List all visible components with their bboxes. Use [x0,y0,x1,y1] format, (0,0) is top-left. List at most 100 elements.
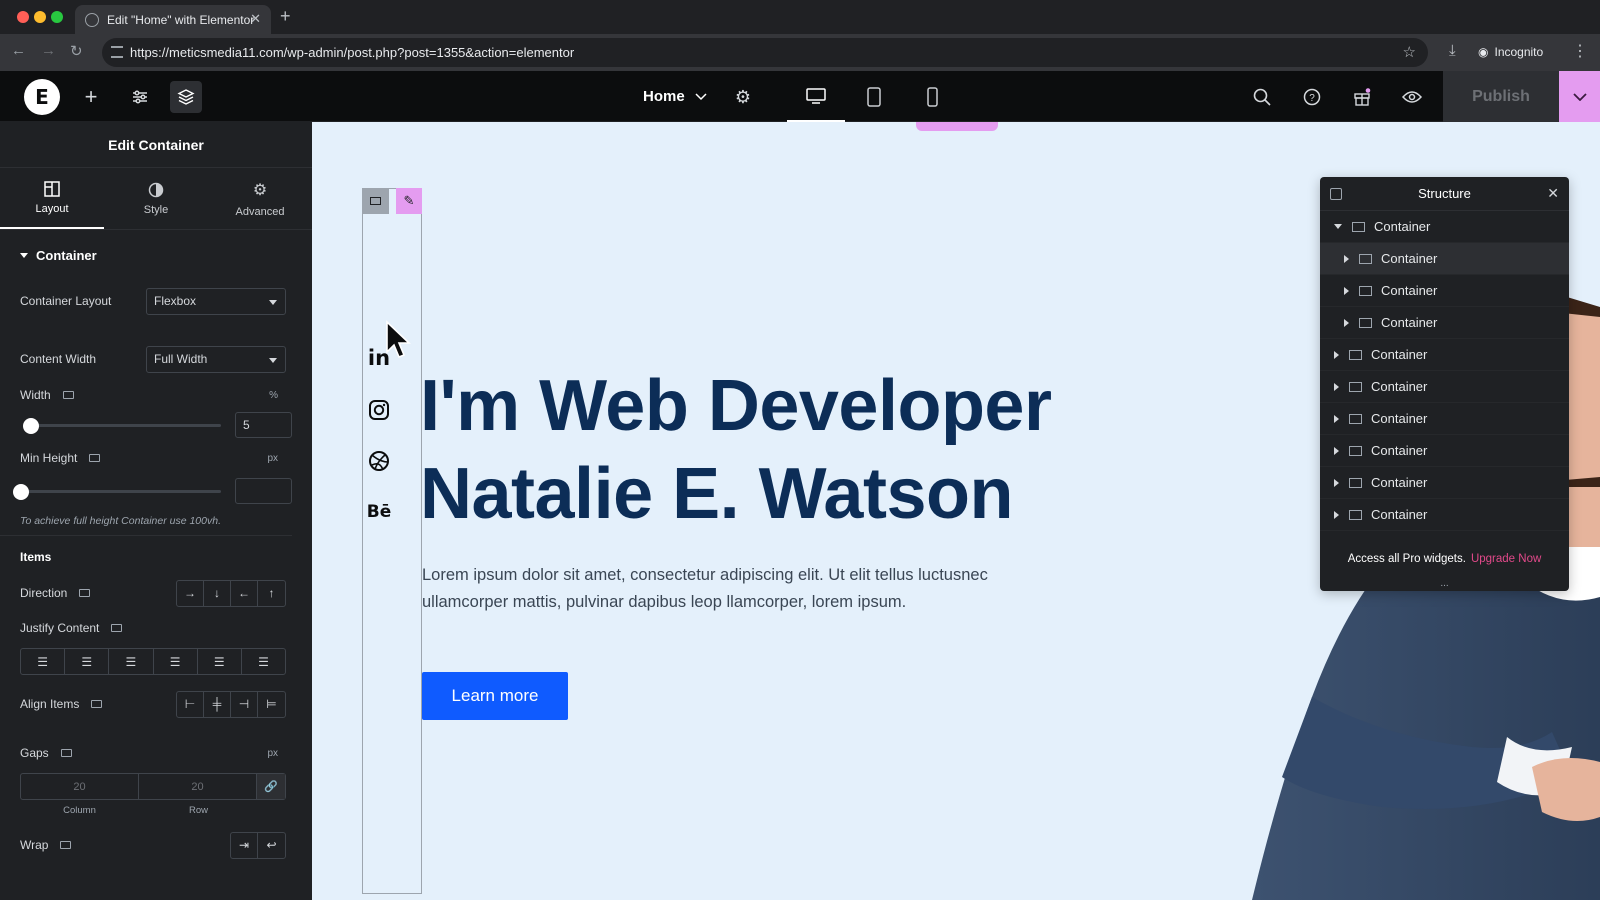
tab-style[interactable]: Style [104,168,208,229]
gaps-unit-select[interactable]: px [267,748,278,759]
back-icon[interactable]: ← [11,42,26,59]
structure-item[interactable]: Container [1320,403,1569,435]
structure-item[interactable]: Container [1320,307,1569,339]
forward-icon[interactable]: → [41,42,56,59]
bookmark-star-icon[interactable]: ☆ [1403,43,1416,61]
structure-item[interactable]: Container [1320,339,1569,371]
caret-right-icon[interactable] [1334,382,1339,391]
container-section-toggle[interactable]: Container [0,230,312,280]
caret-right-icon[interactable] [1344,318,1349,327]
selected-container-outline[interactable] [362,188,422,894]
width-slider-track[interactable] [25,424,221,427]
justify-center-icon[interactable]: ☰ [65,649,110,674]
responsive-monitor-icon[interactable] [89,454,101,462]
caret-right-icon[interactable] [1334,350,1339,359]
justify-space-evenly-icon[interactable]: ☰ [242,649,285,674]
min-height-slider-knob[interactable] [13,484,29,500]
reload-icon[interactable]: ↻ [70,42,83,60]
responsive-monitor-icon[interactable] [62,391,74,399]
caret-right-icon[interactable] [1334,414,1339,423]
responsive-monitor-icon[interactable] [111,624,123,632]
caret-right-icon[interactable] [1334,478,1339,487]
tab-advanced[interactable]: ⚙ Advanced [208,168,312,229]
site-info-icon[interactable] [111,46,123,58]
structure-item[interactable]: Container [1320,467,1569,499]
gap-row-input[interactable]: 20 [139,774,257,799]
page-settings-gear-icon[interactable]: ⚙ [727,81,759,113]
align-end-icon[interactable]: ⊣ [231,691,258,717]
close-window-dot[interactable] [17,11,29,23]
caret-right-icon[interactable] [1334,510,1339,519]
caret-right-icon[interactable] [1344,286,1349,295]
responsive-monitor-icon[interactable] [60,841,72,849]
content-width-select[interactable]: Full Width [146,345,286,373]
structure-item[interactable]: Container [1320,499,1569,531]
responsive-monitor-icon[interactable] [91,700,103,708]
container-select-icon[interactable] [362,188,389,214]
structure-item[interactable]: Container [1320,435,1569,467]
structure-item[interactable]: Container [1320,211,1569,243]
responsive-monitor-icon[interactable] [60,749,72,757]
tablet-view-icon[interactable] [845,71,903,122]
behance-icon[interactable]: Bē [365,498,393,526]
justify-space-between-icon[interactable]: ☰ [154,649,198,674]
publish-options-chevron-icon[interactable] [1559,71,1600,122]
search-icon[interactable] [1246,81,1278,113]
elementor-logo-icon[interactable]: E [24,79,60,115]
publish-button[interactable]: Publish [1443,71,1559,122]
align-center-icon[interactable]: ╪ [204,691,231,717]
upgrade-now-link[interactable]: Upgrade Now [1471,553,1541,565]
whats-new-gift-icon[interactable] [1346,81,1378,113]
close-tab-icon[interactable]: ✕ [250,11,261,27]
direction-row-reverse-arrow-icon[interactable]: ← [231,580,258,606]
dribbble-icon[interactable] [365,447,393,475]
responsive-monitor-icon[interactable] [79,589,91,597]
align-start-icon[interactable]: ⊢ [177,691,204,717]
edit-pencil-icon[interactable]: ✎ [396,188,422,214]
caret-right-icon[interactable] [1334,446,1339,455]
width-slider-knob[interactable] [23,418,39,434]
justify-end-icon[interactable]: ☰ [109,649,154,674]
caret-down-icon[interactable] [1334,224,1342,229]
direction-row-arrow-icon[interactable]: → [177,580,204,606]
direction-column-reverse-arrow-icon[interactable]: ↑ [258,581,285,606]
justify-space-around-icon[interactable]: ☰ [198,649,242,674]
help-icon[interactable]: ? [1296,81,1328,113]
link-values-icon[interactable]: 🔗 [257,774,285,799]
width-input[interactable]: 5 [235,412,292,438]
min-height-slider-track[interactable] [25,490,221,493]
direction-column-arrow-icon[interactable]: ↓ [204,580,231,606]
mobile-view-icon[interactable] [903,71,961,122]
address-bar[interactable]: https://meticsmedia11.com/wp-admin/post.… [102,38,1428,67]
close-icon[interactable]: ✕ [1547,185,1559,202]
section-handle[interactable] [916,122,998,131]
justify-start-icon[interactable]: ☰ [21,649,66,674]
structure-layers-icon[interactable] [170,81,202,113]
page-name-dropdown[interactable]: Home [643,88,707,105]
wrap-icon[interactable]: ↩ [258,833,285,858]
no-wrap-icon[interactable]: ⇥ [231,832,258,858]
learn-more-button[interactable]: Learn more [422,672,568,720]
structure-item[interactable]: Container [1320,371,1569,403]
width-unit-select[interactable]: % [269,390,278,401]
min-height-input[interactable] [235,478,292,504]
caret-right-icon[interactable] [1344,254,1349,263]
instagram-icon[interactable] [365,396,393,424]
collapse-all-icon[interactable] [1330,188,1342,200]
zoom-window-dot[interactable] [51,11,63,23]
min-height-unit-select[interactable]: px [267,453,278,464]
gap-column-input[interactable]: 20 [21,774,139,799]
preview-eye-icon[interactable] [1396,81,1428,113]
download-icon[interactable]: ⤓ [1449,42,1456,59]
browser-tab[interactable]: Edit "Home" with Elementor ✕ [75,5,271,34]
site-settings-icon[interactable] [124,81,156,113]
add-element-icon[interactable]: + [75,81,107,113]
structure-item[interactable]: Container [1320,243,1569,275]
minimize-window-dot[interactable] [34,11,46,23]
desktop-view-icon[interactable] [787,71,845,122]
new-tab-icon[interactable]: + [280,6,291,27]
align-stretch-icon[interactable]: ⊨ [258,692,285,717]
structure-item[interactable]: Container [1320,275,1569,307]
tab-layout[interactable]: Layout [0,168,104,229]
incognito-badge[interactable]: ◉ Incognito [1478,41,1543,63]
